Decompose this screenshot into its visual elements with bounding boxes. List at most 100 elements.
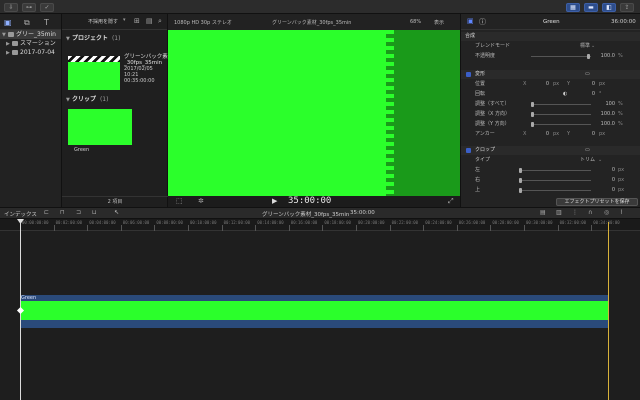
index-button[interactable]: インデックス — [4, 210, 37, 218]
checkbox[interactable] — [466, 72, 471, 77]
crop-left-slider[interactable] — [519, 170, 591, 171]
crop-top-slider[interactable] — [519, 190, 591, 191]
insert-icon[interactable]: ⊓ — [60, 209, 65, 216]
crop-type-value[interactable]: トリム — [571, 156, 595, 165]
scale-y-value[interactable]: 100.0 — [593, 120, 615, 129]
anchor-y[interactable]: 0 — [575, 130, 595, 139]
keywords-icon[interactable]: ⊶ — [22, 3, 36, 12]
inspector-panel: ▣ ⓘ Green 36:00:00 合成 ブレンドモード 標準 ⌄ 不透明度 … — [460, 14, 640, 207]
photos-icon[interactable]: ⧉ — [24, 18, 30, 28]
connect-icon[interactable]: ⊏ — [44, 209, 49, 216]
scale-all-row[interactable]: 調整（すべて） 100 % — [461, 100, 640, 109]
scale-x-row[interactable]: 調整（X 方向） 100.0 % — [461, 110, 640, 119]
rotation-row[interactable]: 回転 ◐ 0 ° — [461, 90, 640, 99]
rotation-label: 回転 — [475, 91, 486, 97]
viewer[interactable] — [168, 30, 460, 196]
titles-icon[interactable]: T — [44, 18, 49, 27]
search-icon[interactable]: ⌕ — [158, 17, 162, 26]
play-icon[interactable]: ▶ — [272, 197, 277, 205]
slider-knob[interactable] — [531, 102, 534, 107]
anchor-x[interactable]: 0 — [531, 130, 549, 139]
clip-section-header[interactable]: ▼ クリップ (1) — [62, 95, 168, 105]
filmstrip-icon[interactable]: ▤ — [146, 17, 153, 25]
timeline-ruler[interactable]: 00:00:00:00 00:02:00:00 00:04:00:00 00:06:0… — [0, 219, 640, 231]
scale-all-value[interactable]: 100 — [593, 100, 615, 109]
scale-slider[interactable] — [531, 104, 591, 105]
overwrite-icon[interactable]: ⊔ — [92, 209, 97, 216]
slider-knob[interactable] — [519, 168, 522, 173]
slider-knob[interactable] — [519, 188, 522, 193]
crop-right-value[interactable]: 0 — [593, 176, 615, 185]
checkbox[interactable] — [466, 148, 471, 153]
scale-x-slider[interactable] — [531, 114, 591, 115]
slider-knob[interactable] — [587, 54, 590, 59]
crop-top-value[interactable]: 0 — [593, 186, 615, 195]
crop-right-row[interactable]: 右 0 px — [461, 176, 640, 185]
opacity-value[interactable]: 100.0 — [593, 52, 615, 61]
crop-right-slider[interactable] — [519, 180, 591, 181]
onscreen-control-icon[interactable]: ▭ — [585, 146, 590, 155]
position-y[interactable]: 0 — [575, 80, 595, 89]
position-x[interactable]: 0 — [531, 80, 549, 89]
snapping-icon[interactable]: ⋮ — [572, 209, 578, 216]
crop-left-row[interactable]: 左 0 px — [461, 166, 640, 175]
enhance-icon[interactable]: ✲ — [198, 197, 204, 205]
info-icon[interactable]: ⓘ — [479, 17, 486, 27]
ruler-tick — [87, 225, 89, 231]
slider-knob[interactable] — [519, 178, 522, 183]
position-row[interactable]: 位置 X 0 px Y 0 px — [461, 80, 640, 89]
select-tool-icon[interactable]: ↖ — [114, 209, 119, 216]
crop-left-value[interactable]: 0 — [593, 166, 615, 175]
compositing-section[interactable]: 合成 — [461, 32, 640, 41]
crop-section[interactable]: クロップ ▭ — [461, 146, 640, 155]
inspector-toggle-icon[interactable]: ◧ — [602, 3, 616, 12]
percent-unit: % — [618, 111, 623, 117]
project-thumbnail[interactable] — [68, 62, 120, 90]
anchor-row[interactable]: アンカー X 0 px Y 0 px — [461, 130, 640, 139]
browser-toggle-icon[interactable]: ▦ — [566, 3, 580, 12]
transform-section[interactable]: 変形 ▭ — [461, 70, 640, 79]
skimming-icon[interactable]: ⌇ — [620, 209, 623, 216]
video-inspector-icon[interactable]: ▣ — [467, 17, 474, 25]
slider-knob[interactable] — [531, 112, 534, 117]
libraries-icon[interactable]: ▣ — [4, 18, 12, 27]
audio-meter-icon[interactable]: ▥ — [556, 209, 562, 216]
ruler-label: 00:34:00:00 — [593, 220, 620, 225]
import-icon[interactable]: ⇩ — [4, 3, 18, 12]
project-section-header[interactable]: ▼ プロジェクト (1) — [62, 34, 167, 44]
opacity-slider[interactable] — [531, 56, 591, 57]
blend-mode-value[interactable]: 標準 — [566, 42, 590, 51]
filter-dropdown[interactable]: 不採用を隠す — [88, 18, 118, 25]
clip-appearance-icon[interactable]: ▤ — [540, 209, 546, 216]
zoom-dropdown[interactable]: 68% — [410, 19, 421, 25]
library-item-smart[interactable]: ▶ スマーション — [0, 39, 61, 48]
library-item-event[interactable]: ▶ 2017-07-04 — [0, 48, 61, 57]
scale-x-value[interactable]: 100.0 — [593, 110, 615, 119]
transform-tool-icon[interactable]: ⬚ — [176, 197, 183, 205]
solo-icon[interactable]: ◎ — [604, 209, 609, 216]
opacity-row[interactable]: 不透明度 100.0 % — [461, 52, 640, 61]
rotation-value[interactable]: 0 — [577, 90, 595, 99]
onscreen-control-icon[interactable]: ▭ — [585, 70, 590, 79]
slider-knob[interactable] — [531, 122, 534, 127]
clip-filmstrip[interactable] — [20, 301, 608, 320]
crop-type-row[interactable]: タイプ トリム ⌄ — [461, 156, 640, 165]
save-effects-preset-button[interactable]: エフェクトプリセットを保存 — [556, 198, 638, 206]
view-dropdown[interactable]: 表示 — [434, 19, 444, 26]
scale-y-slider[interactable] — [531, 124, 591, 125]
background-tasks-icon[interactable]: ✓ — [40, 3, 54, 12]
crop-top-row[interactable]: 上 0 px — [461, 186, 640, 195]
share-icon[interactable]: ⇪ — [620, 3, 634, 12]
library-item-main[interactable]: ▼ グリー_35min — [0, 30, 61, 39]
percent-unit: % — [618, 53, 623, 59]
rotation-dial-icon[interactable]: ◐ — [563, 90, 567, 99]
clip-appearance-icon[interactable]: ⊞ — [134, 17, 140, 25]
append-icon[interactable]: ⊐ — [76, 209, 81, 216]
scale-y-row[interactable]: 調整（Y 方向） 100.0 % — [461, 120, 640, 129]
blend-mode-row[interactable]: ブレンドモード 標準 ⌄ — [461, 42, 640, 51]
timeline-toggle-icon[interactable]: ▬ — [584, 3, 598, 12]
library-sidebar: ▣ ⧉ T ▼ グリー_35min ▶ スマーション ▶ 2017-07-04 — [0, 14, 62, 207]
clip-thumbnail[interactable] — [68, 109, 132, 145]
headphones-icon[interactable]: ∩ — [588, 209, 592, 216]
fullscreen-icon[interactable]: ⤢ — [448, 197, 454, 206]
